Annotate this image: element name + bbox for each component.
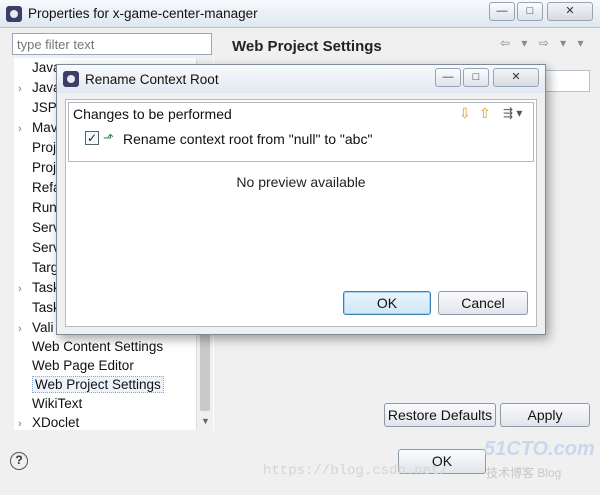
rename-change-icon: ⬏ bbox=[103, 130, 114, 145]
change-checkbox[interactable]: ✓ bbox=[85, 131, 99, 145]
tree-item[interactable]: › Task bbox=[18, 278, 60, 297]
tree-item[interactable]: Proj bbox=[18, 158, 56, 177]
restore-defaults-button[interactable]: Restore Defaults bbox=[384, 403, 496, 427]
tree-item-wikitext[interactable]: WikiText bbox=[18, 394, 82, 413]
window-title: Properties for x-game-center-manager bbox=[28, 6, 258, 21]
dialog-maximize-button[interactable]: □ bbox=[463, 68, 489, 87]
dialog-ok-button[interactable]: OK bbox=[343, 291, 431, 315]
tree-item[interactable]: › Mav bbox=[18, 118, 58, 137]
tree-item[interactable]: JSP bbox=[18, 98, 57, 117]
51cto-logo: 51CTO.com 技术博客 Blog bbox=[484, 438, 595, 480]
tree-item-web-content-settings[interactable]: Web Content Settings bbox=[18, 337, 163, 356]
changes-pane: Changes to be performed ⇩ ⇧ ⇶ ▾ ✓ ⬏ Rena… bbox=[68, 102, 534, 162]
tree-item-xdoclet[interactable]: › XDoclet bbox=[18, 413, 79, 430]
filter-changes-icon[interactable]: ⇶ ▾ bbox=[503, 105, 522, 121]
tree-item[interactable]: Run bbox=[18, 198, 57, 217]
expand-arrow-icon[interactable]: › bbox=[18, 120, 32, 139]
tree-item[interactable]: › Java bbox=[18, 78, 61, 97]
change-text: Rename context root from "null" to "abc" bbox=[123, 131, 373, 147]
scroll-down-icon[interactable]: ▼ bbox=[201, 416, 210, 426]
window-titlebar: Properties for x-game-center-manager — □… bbox=[0, 0, 600, 28]
tree-item[interactable]: Serv bbox=[18, 238, 60, 257]
expand-arrow-icon[interactable]: › bbox=[18, 280, 32, 299]
history-nav-icons[interactable]: ⇦ ▾ ⇨ ▾ ▾ bbox=[500, 36, 588, 50]
rename-context-root-dialog: Rename Context Root — □ ✕ Changes to be … bbox=[56, 64, 546, 335]
tree-item[interactable]: Targ bbox=[18, 258, 58, 277]
minimize-button[interactable]: — bbox=[489, 2, 515, 21]
tree-item[interactable]: › Vali bbox=[18, 318, 54, 337]
tree-item[interactable]: Task bbox=[18, 298, 60, 317]
tree-item-web-page-editor[interactable]: Web Page Editor bbox=[18, 356, 134, 375]
dialog-close-button[interactable]: ✕ bbox=[493, 68, 539, 87]
next-change-icon[interactable]: ⇩ bbox=[459, 105, 471, 121]
watermark: https://blog.csdn.net/ bbox=[263, 463, 448, 479]
dialog-title: Rename Context Root bbox=[85, 72, 219, 87]
changes-header: Changes to be performed ⇩ ⇧ ⇶ ▾ bbox=[69, 103, 533, 125]
page-title: Web Project Settings bbox=[232, 38, 382, 55]
expand-arrow-icon[interactable]: › bbox=[18, 80, 32, 99]
dialog-minimize-button[interactable]: — bbox=[435, 68, 461, 87]
close-button[interactable]: ✕ bbox=[547, 2, 593, 21]
tree-item[interactable]: Proj bbox=[18, 138, 56, 157]
filter-input[interactable] bbox=[12, 33, 212, 55]
apply-button[interactable]: Apply bbox=[500, 403, 590, 427]
no-preview-text: No preview available bbox=[236, 174, 366, 190]
help-icon[interactable]: ? bbox=[10, 452, 28, 470]
tree-item-web-project-settings[interactable]: Web Project Settings bbox=[18, 375, 164, 394]
eclipse-icon bbox=[6, 6, 22, 22]
dialog-titlebar: Rename Context Root — □ ✕ bbox=[57, 65, 545, 93]
dialog-cancel-button[interactable]: Cancel bbox=[438, 291, 528, 315]
tree-item[interactable]: Refa bbox=[18, 178, 61, 197]
expand-arrow-icon[interactable]: › bbox=[18, 415, 32, 430]
changes-title: Changes to be performed bbox=[73, 106, 232, 122]
tree-item[interactable]: Serv bbox=[18, 218, 60, 237]
tree-item[interactable]: Java bbox=[18, 58, 61, 77]
previous-change-icon[interactable]: ⇧ bbox=[479, 105, 491, 121]
eclipse-icon bbox=[63, 71, 79, 87]
maximize-button[interactable]: □ bbox=[517, 2, 543, 21]
